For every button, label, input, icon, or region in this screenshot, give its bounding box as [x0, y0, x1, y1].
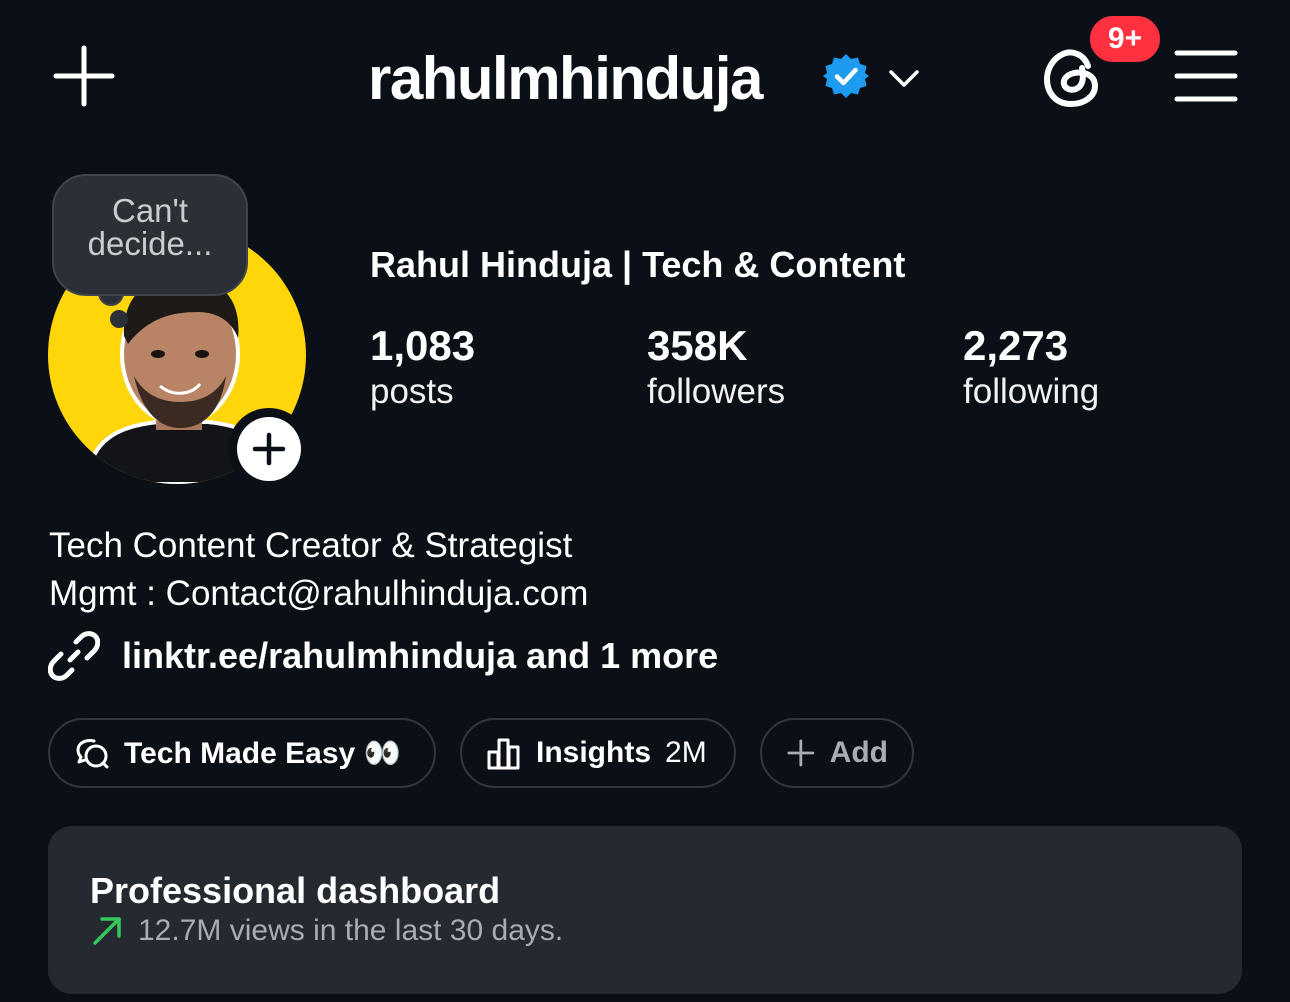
- stat-posts[interactable]: 1,083 posts: [370, 322, 475, 414]
- channel-label: Tech Made Easy 👀: [124, 736, 401, 770]
- profile-link[interactable]: linktr.ee/rahulmhinduja and 1 more: [48, 626, 718, 686]
- bio: Tech Content Creator & Strategist Mgmt :…: [49, 522, 588, 618]
- plus-icon: [53, 45, 115, 107]
- dashboard-subtitle-row: 12.7M views in the last 30 days.: [90, 914, 563, 948]
- bio-line[interactable]: Mgmt : Contact@rahulhinduja.com: [49, 570, 588, 618]
- bio-line: Tech Content Creator & Strategist: [49, 526, 573, 565]
- chevron-down-icon[interactable]: [886, 60, 922, 96]
- dashboard-subtitle: 12.7M views in the last 30 days.: [138, 914, 564, 947]
- stat-label: following: [963, 372, 1100, 411]
- insights-pill[interactable]: Insights 2M: [460, 718, 736, 788]
- stat-value: 1,083: [370, 322, 476, 369]
- insights-label: Insights: [536, 736, 652, 769]
- bar-chart-icon: [487, 738, 520, 770]
- channel-pill[interactable]: Tech Made Easy 👀: [48, 718, 436, 788]
- create-button[interactable]: [52, 44, 116, 108]
- note-text: Can't decide...: [87, 192, 213, 262]
- plus-icon: [252, 432, 286, 466]
- professional-dashboard-card[interactable]: Professional dashboard 12.7M views in th…: [48, 826, 1242, 994]
- stat-value: 358K: [647, 322, 748, 369]
- dashboard-title: Professional dashboard: [90, 870, 501, 911]
- note-bubble-tail: [110, 310, 128, 328]
- verified-badge-icon: [822, 52, 870, 100]
- note-bubble[interactable]: Can't decide...: [52, 174, 248, 296]
- link-icon: [48, 631, 100, 681]
- menu-icon: [1174, 50, 1238, 102]
- username: rahulmhinduja: [368, 44, 763, 112]
- stat-label: followers: [647, 372, 786, 411]
- add-pill[interactable]: Add: [760, 718, 914, 788]
- notification-badge: 9+: [1086, 12, 1164, 66]
- plus-icon: [787, 739, 815, 767]
- link-text: linktr.ee/rahulmhinduja and 1 more: [122, 635, 719, 676]
- stat-followers[interactable]: 358K followers: [647, 322, 785, 414]
- insights-value: 2M: [665, 736, 707, 769]
- menu-button[interactable]: [1174, 48, 1238, 104]
- add-story-button[interactable]: [228, 408, 310, 490]
- stat-value: 2,273: [963, 322, 1069, 369]
- username-switcher[interactable]: rahulmhinduja: [368, 40, 763, 116]
- chat-bubbles-icon: [76, 739, 109, 769]
- stat-following[interactable]: 2,273 following: [963, 322, 1099, 414]
- display-name: Rahul Hinduja | Tech & Content: [370, 244, 906, 285]
- add-label: Add: [829, 736, 888, 769]
- stat-label: posts: [370, 372, 454, 411]
- trend-up-icon: [93, 917, 121, 945]
